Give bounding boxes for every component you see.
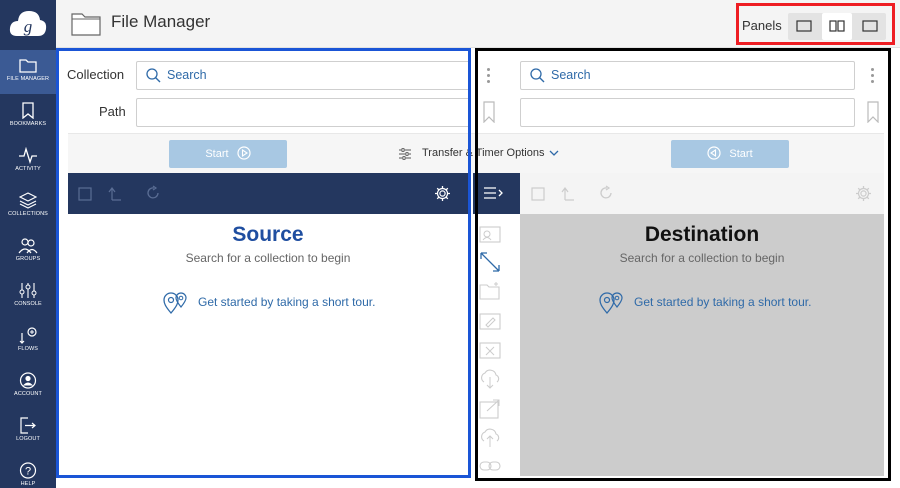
sidebar-item-label: GROUPS bbox=[15, 256, 41, 262]
sidebar-item-file-manager[interactable]: FILE MANAGER bbox=[0, 50, 56, 94]
bookmark-icon bbox=[22, 102, 34, 119]
sidebar-item-logout[interactable]: LOGOUT bbox=[0, 410, 56, 454]
account-icon bbox=[19, 372, 37, 389]
sidebar-item-label: ACCOUNT bbox=[14, 391, 42, 397]
folder-icon bbox=[19, 59, 37, 73]
groups-icon bbox=[18, 238, 38, 254]
svg-text:g: g bbox=[24, 17, 33, 36]
destination-highlight-box bbox=[475, 48, 891, 481]
sidebar-item-label: HELP bbox=[20, 481, 36, 487]
sidebar-item-label: LOGOUT bbox=[16, 436, 40, 442]
activity-icon bbox=[19, 147, 37, 164]
sidebar-item-groups[interactable]: GROUPS bbox=[0, 230, 56, 274]
sidebar-item-console[interactable]: CONSOLE bbox=[0, 275, 56, 319]
sidebar-item-account[interactable]: ACCOUNT bbox=[0, 365, 56, 409]
sidebar-item-label: ACTIVITY bbox=[15, 166, 41, 172]
globus-logo[interactable]: g bbox=[7, 6, 49, 44]
folder-icon bbox=[71, 13, 101, 36]
sidebar-item-label: FLOWS bbox=[17, 346, 39, 352]
svg-text:?: ? bbox=[25, 466, 31, 478]
sliders-icon bbox=[19, 283, 37, 298]
sidebar-item-label: BOOKMARKS bbox=[9, 121, 47, 127]
page-title: File Manager bbox=[111, 12, 211, 31]
source-highlight-box bbox=[56, 48, 471, 478]
sidebar-item-label: CONSOLE bbox=[14, 301, 42, 307]
sidebar: g FILE MANAGER BOOKMARKS ACTIVITY COLLEC… bbox=[0, 0, 56, 488]
sidebar-item-help[interactable]: ? HELP bbox=[0, 455, 56, 488]
panels-highlight-box bbox=[736, 3, 895, 45]
app: g FILE MANAGER BOOKMARKS ACTIVITY COLLEC… bbox=[0, 0, 900, 488]
sidebar-item-flows[interactable]: FLOWS bbox=[0, 320, 56, 364]
logout-icon bbox=[20, 417, 36, 434]
sidebar-item-activity[interactable]: ACTIVITY bbox=[0, 140, 56, 184]
sidebar-item-label: COLLECTIONS bbox=[8, 211, 48, 217]
flows-icon bbox=[19, 327, 37, 344]
sidebar-item-collections[interactable]: COLLECTIONS bbox=[0, 185, 56, 229]
sidebar-item-label: FILE MANAGER bbox=[6, 76, 50, 82]
sidebar-item-bookmarks[interactable]: BOOKMARKS bbox=[0, 95, 56, 139]
layers-icon bbox=[19, 192, 37, 209]
help-icon: ? bbox=[19, 462, 37, 479]
